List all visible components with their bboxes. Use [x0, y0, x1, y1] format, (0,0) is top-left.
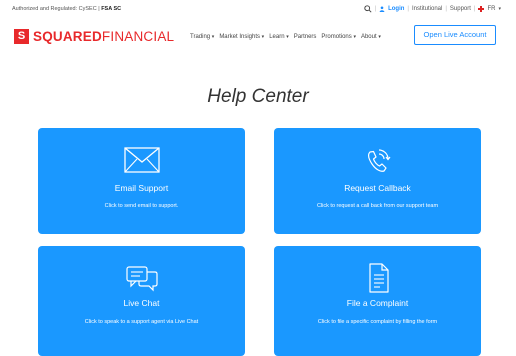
- brand-logo[interactable]: SQUAREDFINANCIAL: [14, 29, 174, 44]
- language-selector[interactable]: FR: [487, 6, 495, 12]
- nav-menu: Trading ▾ Market Insights ▾ Learn ▾ Part…: [190, 34, 381, 40]
- regulation-authority: FSA SC: [101, 6, 122, 12]
- card-description: Click to speak to a support agent via Li…: [84, 319, 199, 325]
- brand-name: SQUAREDFINANCIAL: [33, 29, 174, 44]
- nav-item-promotions[interactable]: Promotions ▾: [321, 34, 356, 40]
- regulation-notice: Authorized and Regulated: CySEC | FSA SC: [12, 6, 121, 12]
- regulation-text: Authorized and Regulated: CySEC |: [12, 6, 100, 12]
- divider: |: [445, 6, 447, 12]
- login-link[interactable]: Login: [388, 6, 404, 12]
- nav-item-label: Promotions: [321, 34, 352, 40]
- card-description: Click to send email to support.: [104, 203, 179, 209]
- card-description: Click to request a call back from our su…: [316, 203, 439, 209]
- chat-bubbles-icon: [125, 266, 158, 292]
- chevron-down-icon: ▾: [211, 34, 215, 40]
- chevron-down-icon: ▾: [378, 34, 381, 40]
- nav-item-label: Trading: [190, 34, 211, 40]
- institutional-link[interactable]: Institutional: [412, 6, 442, 12]
- user-icon: [379, 6, 385, 12]
- card-title: Live Chat: [123, 298, 160, 308]
- live-chat-card[interactable]: Live Chat Click to speak to a support ag…: [38, 246, 245, 356]
- card-description: Click to file a specific complaint by fi…: [317, 319, 438, 325]
- envelope-icon: [123, 147, 160, 173]
- email-support-card[interactable]: Email Support Click to send email to sup…: [38, 128, 245, 234]
- nav-item-about[interactable]: About ▾: [361, 34, 381, 40]
- open-live-account-button[interactable]: Open Live Account: [414, 25, 496, 45]
- search-icon[interactable]: [363, 5, 372, 13]
- chevron-down-icon: ▾: [261, 34, 265, 40]
- divider: |: [407, 6, 409, 12]
- utility-links: | Login | Institutional | Support | FR ▾: [363, 5, 501, 13]
- divider: |: [374, 6, 377, 12]
- phone-callback-icon: [367, 149, 390, 172]
- chevron-down-icon: ▾: [286, 34, 289, 40]
- nav-item-market-insights[interactable]: Market Insights ▾: [219, 34, 264, 40]
- chevron-down-icon: ▾: [498, 6, 501, 12]
- card-title: File a Complaint: [346, 298, 409, 308]
- support-link[interactable]: Support: [450, 6, 471, 12]
- card-title: Request Callback: [344, 183, 411, 193]
- nav-item-label: Partners: [293, 34, 317, 40]
- nav-item-learn[interactable]: Learn ▾: [269, 34, 289, 40]
- brand-name-light: FINANCIAL: [101, 29, 175, 44]
- nav-item-partners[interactable]: Partners: [294, 34, 317, 40]
- file-complaint-card[interactable]: File a Complaint Click to file a specifi…: [274, 246, 481, 356]
- brand-name-bold: SQUARED: [33, 29, 102, 44]
- logo-mark-icon: [14, 29, 29, 44]
- card-title: Email Support: [114, 183, 169, 193]
- nav-item-trading[interactable]: Trading ▾: [190, 34, 214, 40]
- flag-icon: [478, 6, 485, 12]
- page-title: Help Center: [207, 86, 309, 107]
- request-callback-card[interactable]: Request Callback Click to request a call…: [274, 128, 481, 234]
- divider: |: [473, 6, 476, 12]
- chevron-down-icon: ▾: [353, 34, 356, 40]
- nav-item-label: About: [360, 34, 377, 40]
- nav-item-label: Market Insights: [219, 34, 260, 40]
- top-utility-bar: Authorized and Regulated: CySEC | FSA SC…: [0, 0, 516, 22]
- nav-item-label: Learn: [269, 34, 285, 40]
- document-icon: [368, 263, 389, 293]
